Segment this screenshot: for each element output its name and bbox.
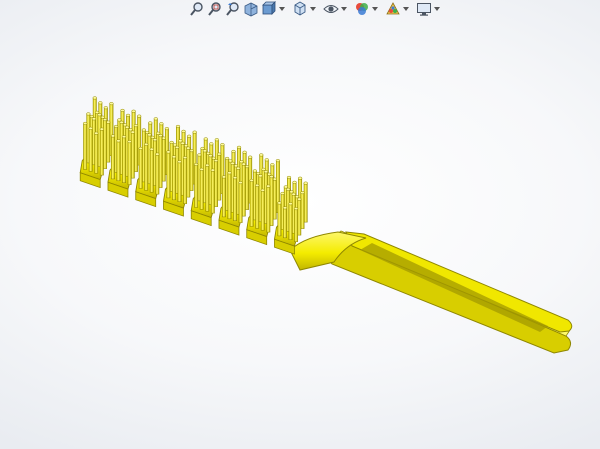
bristle xyxy=(88,126,93,172)
bristle xyxy=(94,131,99,174)
bristle xyxy=(249,178,254,227)
bristle xyxy=(288,202,293,240)
bristle xyxy=(227,171,232,220)
bristle xyxy=(171,155,177,201)
bristle xyxy=(199,167,204,210)
bristle xyxy=(144,142,149,191)
bristle xyxy=(293,207,299,242)
bristle xyxy=(166,150,171,199)
brush-handle xyxy=(289,230,573,354)
bristle xyxy=(232,176,238,221)
bristle xyxy=(149,147,154,193)
bristle xyxy=(194,162,199,208)
bristle xyxy=(221,175,227,218)
bristle xyxy=(277,201,282,237)
bristle xyxy=(99,127,104,176)
bristle xyxy=(255,183,260,229)
bristle xyxy=(282,206,288,239)
bristle xyxy=(210,168,215,214)
bristle xyxy=(205,163,210,212)
bristle xyxy=(83,121,88,170)
bristle xyxy=(116,139,121,182)
bristle xyxy=(260,188,265,231)
bristle xyxy=(177,160,182,202)
hairbrush-model[interactable] xyxy=(0,0,600,449)
bristle xyxy=(121,135,127,183)
bristle xyxy=(238,181,243,223)
bristle xyxy=(266,184,271,233)
bristle xyxy=(110,134,116,180)
bristle xyxy=(138,146,143,189)
bristle xyxy=(155,152,160,195)
bristle xyxy=(127,140,132,185)
graphics-area[interactable] xyxy=(0,0,600,449)
bristle xyxy=(182,156,188,204)
